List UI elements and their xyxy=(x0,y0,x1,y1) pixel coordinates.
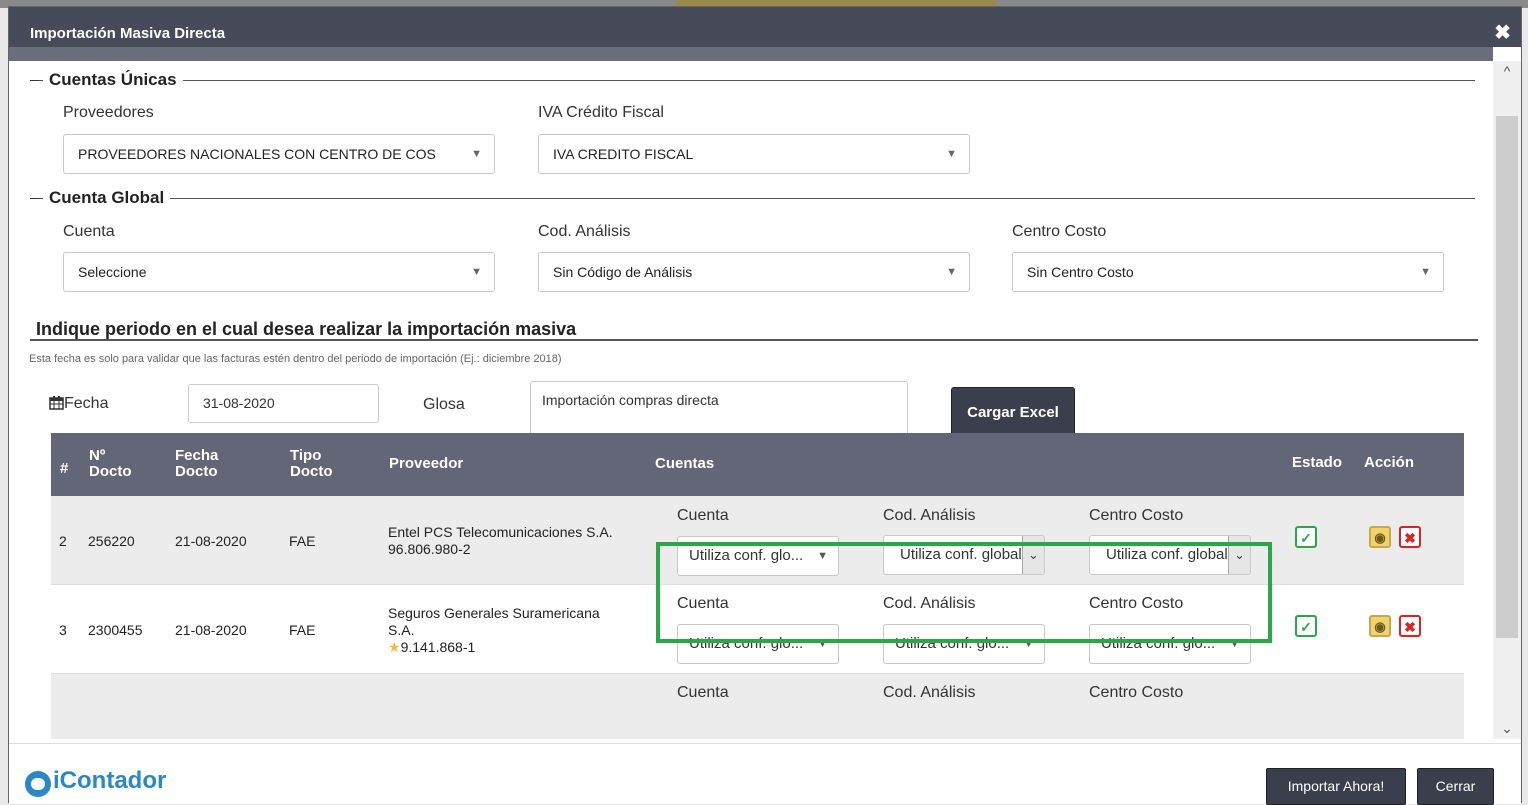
date-label: Fecha xyxy=(64,395,109,412)
scrollbar[interactable]: ^ ⌄ xyxy=(1493,61,1521,739)
import-modal: Importación Masiva Directa ✖ Cuentas Úni… xyxy=(8,6,1522,805)
row-doc-no: 2300455 xyxy=(88,622,143,638)
vat-select[interactable]: IVA CREDITO FISCAL ▼ xyxy=(538,134,970,174)
cost-center-label: Centro Costo xyxy=(1012,223,1107,240)
row-account-label: Cuenta xyxy=(677,507,729,524)
close-button[interactable]: Cerrar xyxy=(1417,768,1494,805)
account-select[interactable]: Seleccione ▼ xyxy=(63,252,495,292)
suppliers-select[interactable]: PROVEEDORES NACIONALES CON CENTRO DE COS… xyxy=(63,134,495,174)
row-analysis-label: Cod. Análisis xyxy=(883,684,976,701)
row-num: 3 xyxy=(59,622,67,638)
cost-center-select[interactable]: Sin Centro Costo ▼ xyxy=(1012,252,1444,292)
th-doc-no-2: Docto xyxy=(89,463,132,480)
table-row: Cuenta Cod. Análisis Centro Costo xyxy=(51,674,1464,739)
row-cost-center-label: Centro Costo xyxy=(1089,684,1184,701)
th-date-2: Docto xyxy=(175,463,218,480)
chevron-down-icon: ▼ xyxy=(946,266,957,278)
gloss-value: Importación compras directa xyxy=(542,392,719,408)
modal-titlebar: Importación Masiva Directa ✖ xyxy=(9,7,1521,47)
vat-label: IVA Crédito Fiscal xyxy=(538,104,664,121)
close-icon[interactable]: ✖ xyxy=(1494,20,1511,45)
modal-subbar xyxy=(9,47,1493,61)
chevron-down-icon: ▼ xyxy=(471,148,482,160)
th-type-2: Docto xyxy=(290,463,333,480)
legend-dash xyxy=(30,80,39,81)
row-analysis-label: Cod. Análisis xyxy=(883,507,976,524)
period-heading: Indique periodo en el cual desea realiza… xyxy=(36,319,577,339)
row-supplier-rut: 9.141.868-1 xyxy=(400,639,476,655)
th-doc-no-1: Nº xyxy=(89,447,106,464)
import-now-button[interactable]: Importar Ahora! xyxy=(1266,768,1406,805)
row-date: 21-08-2020 xyxy=(175,622,247,638)
modal-title: Importación Masiva Directa xyxy=(30,25,226,42)
analysis-select-value: Sin Código de Análisis xyxy=(553,264,693,280)
star-icon: ★ xyxy=(388,639,401,655)
period-hint: Esta fecha es solo para validar que las … xyxy=(29,353,562,365)
th-accounts: Cuentas xyxy=(655,455,715,472)
scrollbar-thumb[interactable] xyxy=(1496,116,1518,638)
chevron-down-icon: ▼ xyxy=(946,148,957,160)
row-num: 2 xyxy=(59,533,67,549)
date-label-group: Fecha xyxy=(49,395,108,413)
row-type: FAE xyxy=(289,622,316,638)
chevron-down-icon: ▼ xyxy=(1420,266,1431,278)
legend-dash xyxy=(30,198,39,199)
row-supplier-name-1: Seguros Generales Suramericana xyxy=(388,605,600,621)
row-supplier-rut: 96.806.980-2 xyxy=(388,541,471,557)
suppliers-select-value: PROVEEDORES NACIONALES CON CENTRO DE COS xyxy=(78,146,436,162)
row-cost-center-label: Centro Costo xyxy=(1089,507,1184,524)
scroll-up-icon[interactable]: ^ xyxy=(1493,63,1521,79)
analysis-select[interactable]: Sin Código de Análisis ▼ xyxy=(538,252,970,292)
modal-body: Cuentas Únicas Proveedores PROVEEDORES N… xyxy=(9,61,1493,739)
row-supplier-name: Entel PCS Telecomunicaciones S.A. xyxy=(388,524,613,540)
vat-select-value: IVA CREDITO FISCAL xyxy=(553,146,694,162)
row-supplier-rut-group: ★9.141.868-1 xyxy=(388,639,475,656)
view-eye-icon[interactable]: ◉ xyxy=(1369,615,1391,637)
status-ok-icon[interactable]: ✓ xyxy=(1295,615,1317,637)
th-status: Estado xyxy=(1292,454,1343,471)
view-eye-icon[interactable]: ◉ xyxy=(1369,526,1391,548)
row-date: 21-08-2020 xyxy=(175,533,247,549)
calendar-icon xyxy=(49,396,64,410)
fieldset-rule xyxy=(39,198,1475,199)
th-date-1: Fecha xyxy=(175,447,219,464)
row-type: FAE xyxy=(289,533,316,549)
suppliers-label: Proveedores xyxy=(63,104,154,121)
th-num: # xyxy=(60,460,69,477)
load-excel-button[interactable]: Cargar Excel xyxy=(951,387,1075,439)
account-select-value: Seleccione xyxy=(78,264,147,280)
analysis-label: Cod. Análisis xyxy=(538,223,631,240)
highlight-box xyxy=(656,542,1272,643)
th-action: Acción xyxy=(1364,454,1415,471)
delete-icon[interactable]: ✖ xyxy=(1399,526,1421,548)
delete-icon[interactable]: ✖ xyxy=(1399,615,1421,637)
period-rule xyxy=(30,339,1478,341)
row-account-label: Cuenta xyxy=(677,684,729,701)
th-type-1: Tipo xyxy=(290,447,322,464)
status-ok-icon[interactable]: ✓ xyxy=(1295,526,1317,548)
brand-name: iContador xyxy=(53,767,167,794)
table-header: # Nº Docto Fecha Docto Tipo Docto Provee… xyxy=(51,433,1464,496)
row-supplier-name-2: S.A. xyxy=(388,622,415,638)
cost-center-select-value: Sin Centro Costo xyxy=(1027,264,1134,280)
date-input[interactable]: 31-08-2020 xyxy=(188,384,379,423)
th-supplier: Proveedor xyxy=(389,455,464,472)
scroll-down-icon[interactable]: ⌄ xyxy=(1493,720,1521,737)
cloud-icon xyxy=(25,771,51,797)
account-label: Cuenta xyxy=(63,223,115,240)
chevron-down-icon: ▼ xyxy=(471,266,482,278)
fieldset-rule xyxy=(39,80,1475,81)
row-doc-no: 256220 xyxy=(88,533,135,549)
global-account-legend: Cuenta Global xyxy=(43,188,171,208)
unique-accounts-legend: Cuentas Únicas xyxy=(43,70,183,90)
modal-footer: iContador Importar Ahora! Cerrar xyxy=(9,743,1521,805)
gloss-label: Glosa xyxy=(423,396,465,413)
